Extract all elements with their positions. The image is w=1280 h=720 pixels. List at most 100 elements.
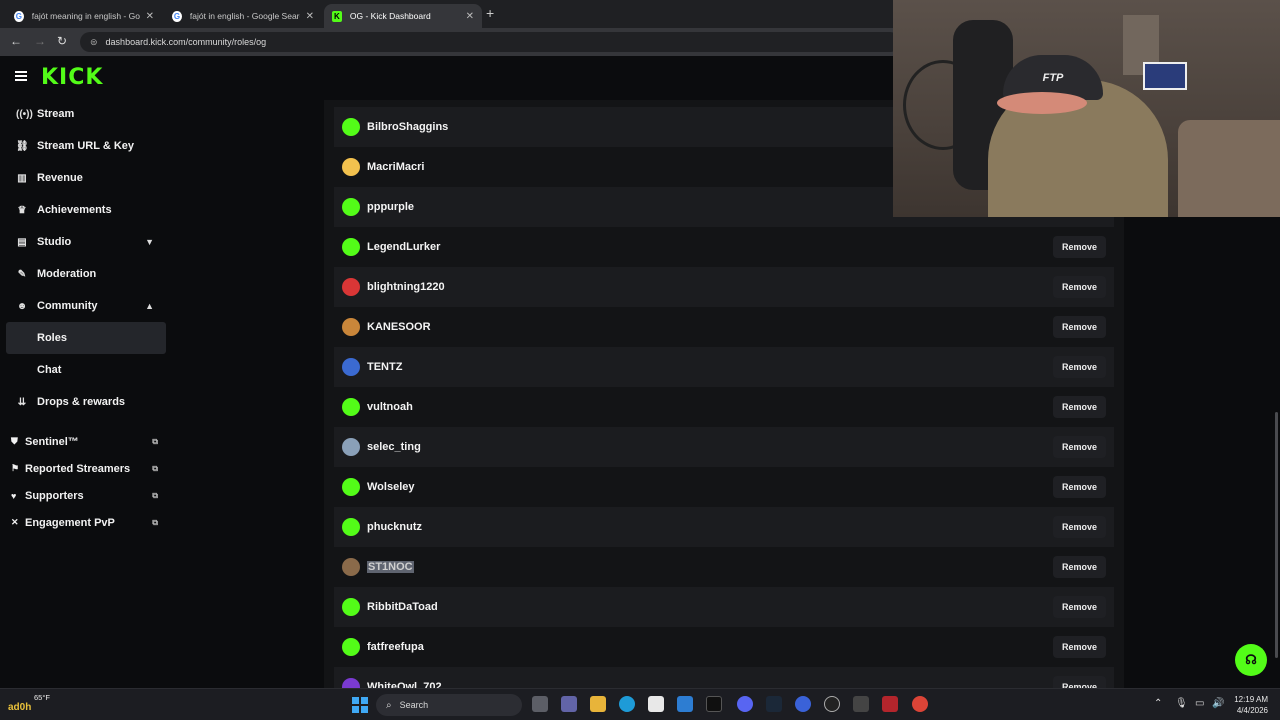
sidebar-item-label: Stream URL & Key xyxy=(37,140,134,152)
username[interactable]: fatfreefupa xyxy=(367,641,424,653)
username[interactable]: phucknutz xyxy=(367,521,422,533)
remove-button[interactable]: Remove xyxy=(1052,396,1106,418)
sidebar-item-roles[interactable]: Roles xyxy=(6,322,166,354)
sidebar-item-sentinel[interactable]: ⛊ Sentinel™ ⧉ xyxy=(0,428,172,455)
weather-widget[interactable]: 65°F ad0h xyxy=(8,693,50,713)
forward-icon[interactable]: → xyxy=(34,34,46,48)
sidebar-item-stream-url-key[interactable]: ⛓ Stream URL & Key xyxy=(0,130,172,162)
sidebar-item-supporters[interactable]: ♥ Supporters ⧉ xyxy=(0,482,172,509)
username[interactable]: KANESOOR xyxy=(367,321,431,333)
browser-tab[interactable]: G fajót in english - Google Search ✕ xyxy=(164,4,322,28)
search-label: Search xyxy=(399,700,429,710)
remove-button[interactable]: Remove xyxy=(1052,636,1106,658)
avatar xyxy=(342,358,360,376)
site-info-icon[interactable]: ⊜ xyxy=(90,37,98,48)
volume-icon[interactable]: 🔊 xyxy=(1212,698,1224,709)
sidebar-item-label: Roles xyxy=(37,332,67,344)
sidebar-item-community[interactable]: ☻ Community ▲ xyxy=(0,290,172,322)
remove-button[interactable]: Remove xyxy=(1052,676,1106,688)
username[interactable]: pppurple xyxy=(367,201,414,213)
app-icon[interactable] xyxy=(882,696,898,712)
notepad-icon[interactable] xyxy=(648,696,664,712)
username[interactable]: BilbroShaggins xyxy=(367,121,448,133)
sidebar-item-chat[interactable]: Chat xyxy=(0,354,172,386)
wrench-icon: ✎ xyxy=(17,268,27,280)
avatar xyxy=(342,318,360,336)
list-item: KANESOOR Remove xyxy=(334,307,1114,347)
reload-icon[interactable]: ↻ xyxy=(57,34,67,48)
remove-button[interactable]: Remove xyxy=(1052,476,1106,498)
chevron-up-icon[interactable]: ⌃ xyxy=(1154,698,1162,709)
remove-button[interactable]: Remove xyxy=(1052,596,1106,618)
username[interactable]: Wolseley xyxy=(367,481,415,493)
sidebar-item-engagement-pvp[interactable]: ✕ Engagement PvP ⧉ xyxy=(0,509,172,536)
sidebar-item-label: Engagement PvP xyxy=(25,516,115,529)
app-icon[interactable] xyxy=(706,696,722,712)
sidebar-item-label: Stream xyxy=(37,108,75,120)
vpn-icon[interactable] xyxy=(795,696,811,712)
new-tab-button[interactable]: + xyxy=(486,5,494,21)
list-item: RibbitDaToad Remove xyxy=(334,587,1114,627)
chevron-up-icon[interactable]: ▲ xyxy=(145,301,154,311)
clock-time: 12:19 AM xyxy=(1234,695,1268,704)
kick-logo[interactable]: KICK xyxy=(41,65,103,90)
remove-button[interactable]: Remove xyxy=(1052,556,1106,578)
sidebar-item-drops-rewards[interactable]: ⇊ Drops & rewards xyxy=(0,386,172,418)
file-explorer-icon[interactable] xyxy=(590,696,606,712)
edge-icon[interactable] xyxy=(619,696,635,712)
system-clock[interactable]: 12:19 AM 4/4/2026 xyxy=(1228,694,1268,716)
taskbar-search[interactable]: ⌕ Search xyxy=(376,694,522,716)
sidebar-item-studio[interactable]: ▤ Studio ▼ xyxy=(0,226,172,258)
network-icon[interactable]: ▭ xyxy=(1195,698,1204,709)
back-icon[interactable]: ← xyxy=(10,34,22,48)
sidebar-item-label: Reported Streamers xyxy=(25,462,131,475)
remove-button[interactable]: Remove xyxy=(1052,436,1106,458)
task-view-icon[interactable] xyxy=(532,696,548,712)
browser-tab[interactable]: G fajót meaning in english - Goo ✕ xyxy=(6,4,162,28)
sidebar-item-achievements[interactable]: ♛ Achievements xyxy=(0,194,172,226)
store-icon[interactable] xyxy=(677,696,693,712)
username[interactable]: vultnoah xyxy=(367,401,413,413)
avatar xyxy=(342,438,360,456)
sidebar-item-stream[interactable]: ((•)) Stream xyxy=(0,98,172,130)
url-input[interactable]: ⊜ dashboard.kick.com/community/roles/og xyxy=(80,32,900,52)
windows-start-icon[interactable] xyxy=(352,697,368,713)
remove-button[interactable]: Remove xyxy=(1052,316,1106,338)
app-icon[interactable] xyxy=(853,696,869,712)
menu-icon[interactable] xyxy=(15,71,27,81)
microphone-icon[interactable]: 🎙 xyxy=(1175,698,1188,709)
sidebar-item-revenue[interactable]: ▥ Revenue xyxy=(0,162,172,194)
close-icon[interactable]: ✕ xyxy=(466,11,474,22)
webcam-overlay: FTP xyxy=(893,0,1280,217)
remove-button[interactable]: Remove xyxy=(1052,236,1106,258)
help-chat-button[interactable]: ☊ xyxy=(1235,644,1267,676)
sidebar-item-reported-streamers[interactable]: ⚑ Reported Streamers ⧉ xyxy=(0,455,172,482)
close-icon[interactable]: ✕ xyxy=(306,11,314,22)
obs-icon[interactable] xyxy=(824,696,840,712)
username[interactable]: TENTZ xyxy=(367,361,402,373)
username[interactable]: selec_ting xyxy=(367,441,421,453)
steam-icon[interactable] xyxy=(766,696,782,712)
tab-title: OG - Kick Dashboard xyxy=(349,11,431,21)
close-icon[interactable]: ✕ xyxy=(146,11,154,22)
avatar xyxy=(342,238,360,256)
remove-button[interactable]: Remove xyxy=(1052,276,1106,298)
username[interactable]: blightning1220 xyxy=(367,281,445,293)
teams-icon[interactable] xyxy=(561,696,577,712)
username[interactable]: MacriMacri xyxy=(367,161,424,173)
remove-button[interactable]: Remove xyxy=(1052,356,1106,378)
discord-icon[interactable] xyxy=(737,696,753,712)
external-link-icon: ⧉ xyxy=(152,517,158,527)
scrollbar[interactable] xyxy=(1275,412,1278,658)
heart-icon: ♥ xyxy=(11,490,17,501)
username[interactable]: WhiteOwl_702 xyxy=(367,681,442,688)
sidebar-item-moderation[interactable]: ✎ Moderation xyxy=(0,258,172,290)
search-icon: ⌕ xyxy=(386,699,392,711)
browser-tab-active[interactable]: K OG - Kick Dashboard ✕ xyxy=(324,4,482,28)
chrome-icon[interactable] xyxy=(912,696,928,712)
username[interactable]: LegendLurker xyxy=(367,241,440,253)
username[interactable]: RibbitDaToad xyxy=(367,601,438,613)
chevron-down-icon[interactable]: ▼ xyxy=(145,237,154,247)
username[interactable]: ST1NOC xyxy=(367,561,414,573)
remove-button[interactable]: Remove xyxy=(1052,516,1106,538)
